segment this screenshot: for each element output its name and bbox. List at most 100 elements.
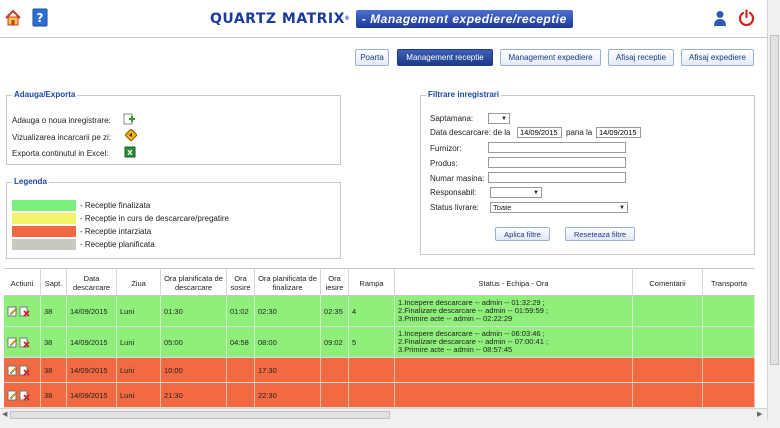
- delete-icon[interactable]: [19, 365, 30, 376]
- table-row[interactable]: 38 14/09/2015 Luni 05:00 04:58 08:00 09:02 5 1.I…: [4, 327, 755, 358]
- cell-week: 38: [41, 327, 67, 357]
- cell-exit: 02:35: [321, 296, 349, 326]
- cell-week: 38: [41, 383, 67, 407]
- cell-day: Luni: [117, 296, 161, 326]
- date-from-input[interactable]: [517, 127, 562, 138]
- svg-text:?: ?: [37, 11, 44, 25]
- cell-date: 14/09/2015: [67, 296, 117, 326]
- nav-afisaj-receptie-button[interactable]: Afisaj receptie: [608, 49, 674, 66]
- edit-icon[interactable]: [7, 306, 18, 317]
- export-excel-label: Exporta continutul in Excel:: [12, 149, 109, 158]
- apply-filters-button[interactable]: Aplica filtre: [495, 227, 550, 241]
- col-week: Sapt.: [41, 269, 67, 297]
- status-line: 3.Primire acte -- admin -- 08:57:45: [398, 345, 513, 354]
- cell-planned-unload: 01:30: [161, 296, 227, 326]
- legend-swatch-delayed: [12, 226, 76, 237]
- date-to-input[interactable]: [596, 127, 641, 138]
- cell-ramp: 5: [349, 327, 395, 357]
- cell-transport: [703, 383, 755, 407]
- chevron-down-icon: ▼: [619, 205, 625, 211]
- table-row[interactable]: 38 14/09/2015 Luni 21:30 22:30: [4, 383, 755, 408]
- cell-exit: [321, 383, 349, 407]
- nav-management-receptie-button[interactable]: Management receptie: [397, 49, 493, 66]
- legend-swatch-in-progress: [12, 213, 76, 224]
- date-to-label: pana la: [566, 128, 593, 137]
- table-row[interactable]: 38 14/09/2015 Luni 10:00 17:30: [4, 358, 755, 383]
- col-actions: Actiuni: [4, 269, 41, 297]
- supplier-input[interactable]: [488, 142, 626, 153]
- power-icon[interactable]: [738, 9, 755, 26]
- cell-comments: [633, 383, 703, 407]
- view-load-icon[interactable]: [125, 129, 137, 141]
- status-select-value: Toate: [493, 203, 512, 212]
- cell-date: 14/09/2015: [67, 327, 117, 357]
- edit-icon[interactable]: [7, 365, 18, 376]
- horizontal-scrollbar[interactable]: ◀ ▶: [0, 408, 767, 420]
- chevron-down-icon: ▼: [501, 116, 507, 122]
- car-number-label: Numar masina:: [430, 174, 485, 183]
- legend-title: Legenda: [12, 177, 49, 186]
- legend-swatch-finalized: [12, 200, 76, 211]
- cell-ramp: [349, 358, 395, 382]
- add-record-label: Adauga o noua inregistrare:: [12, 116, 111, 125]
- add-record-icon[interactable]: [123, 113, 135, 125]
- home-icon[interactable]: [4, 9, 22, 27]
- col-planned-finish: Ora planificata de finalizare: [255, 269, 321, 297]
- nav-poarta-button[interactable]: Poarta: [355, 49, 389, 66]
- cell-actions: [4, 383, 41, 407]
- cell-status: [395, 358, 633, 382]
- col-exit: Ora iesire: [321, 269, 349, 297]
- cell-ramp: [349, 383, 395, 407]
- cell-date: 14/09/2015: [67, 358, 117, 382]
- scroll-right-icon[interactable]: ▶: [757, 410, 762, 418]
- week-select[interactable]: ▼: [488, 113, 510, 124]
- cell-day: Luni: [117, 327, 161, 357]
- responsible-label: Responsabil:: [430, 188, 477, 197]
- reset-filters-button[interactable]: Reseteaza filtre: [565, 227, 635, 241]
- scroll-left-icon[interactable]: ◀: [2, 410, 7, 418]
- cell-exit: [321, 358, 349, 382]
- delete-icon[interactable]: [19, 390, 30, 401]
- vertical-scroll-thumb[interactable]: [770, 35, 779, 365]
- week-label: Saptamana:: [430, 114, 474, 123]
- legend-label-planned: - Receptie planificata: [80, 240, 155, 249]
- cell-comments: [633, 296, 703, 326]
- car-number-input[interactable]: [488, 172, 626, 183]
- cell-exit: 09:02: [321, 327, 349, 357]
- nav-management-expediere-button[interactable]: Management expediere: [500, 49, 601, 66]
- cell-transport: [703, 296, 755, 326]
- cell-actions: [4, 358, 41, 382]
- cell-planned-finish: 17:30: [255, 358, 321, 382]
- help-icon[interactable]: ?: [32, 8, 48, 27]
- horizontal-scroll-thumb[interactable]: [10, 411, 390, 419]
- cell-transport: [703, 358, 755, 382]
- cell-day: Luni: [117, 358, 161, 382]
- col-day: Ziua: [117, 269, 161, 297]
- status-select[interactable]: Toate ▼: [490, 202, 628, 213]
- responsible-select[interactable]: ▼: [490, 187, 542, 198]
- cell-arrival: 04:58: [227, 327, 255, 357]
- excel-icon[interactable]: X: [124, 146, 136, 158]
- vertical-scrollbar[interactable]: [767, 0, 780, 428]
- cell-transport: [703, 327, 755, 357]
- nav-afisaj-expediere-button[interactable]: Afisaj expediere: [681, 49, 754, 66]
- delete-icon[interactable]: [19, 306, 30, 317]
- brand-name: QUARTZ MATRIX: [210, 11, 345, 27]
- edit-icon[interactable]: [7, 390, 18, 401]
- user-icon[interactable]: [713, 10, 727, 26]
- view-load-label: Vizualizarea incarcarii pe zi:: [12, 133, 112, 142]
- cell-planned-finish: 08:00: [255, 327, 321, 357]
- cell-planned-unload: 05:00: [161, 327, 227, 357]
- cell-comments: [633, 358, 703, 382]
- product-label: Produs:: [430, 159, 458, 168]
- add-export-title: Adauga/Exporta: [12, 90, 78, 99]
- cell-week: 38: [41, 358, 67, 382]
- delete-icon[interactable]: [19, 337, 30, 348]
- col-transport: Transporta: [711, 278, 747, 288]
- product-input[interactable]: [488, 157, 626, 168]
- table-row[interactable]: 38 14/09/2015 Luni 01:30 01:02 02:30 02:35 4 1.I…: [4, 296, 755, 327]
- edit-icon[interactable]: [7, 337, 18, 348]
- brand-mark: ®: [344, 16, 350, 22]
- cell-ramp: 4: [349, 296, 395, 326]
- col-comments: Comentarii: [633, 269, 703, 297]
